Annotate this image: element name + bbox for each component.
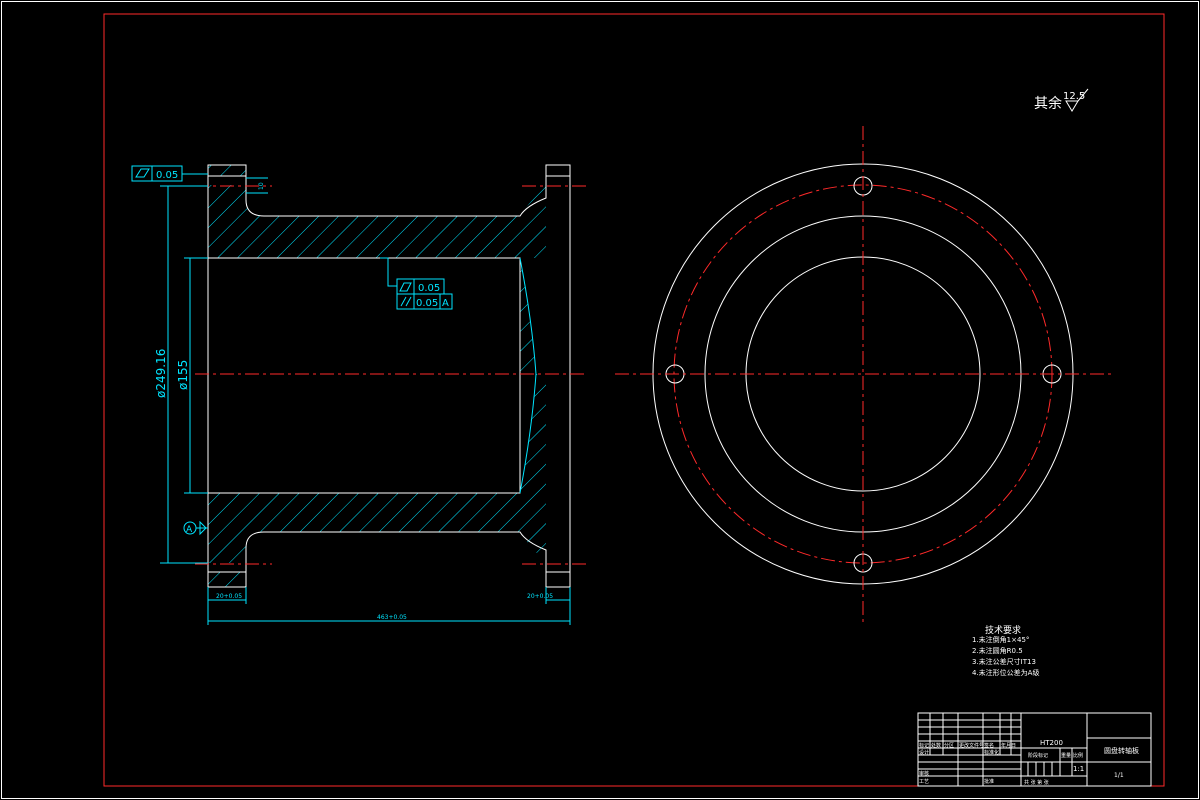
flatness-tolerance-left: 0.05 [131,165,208,182]
inner-diameter-dim: ø155 [176,360,190,390]
hatch-mask-bore-2 [208,258,520,493]
end-view [615,126,1112,622]
tech-req-line: 1.未注倒角1×45° [972,635,1029,644]
roughness-prefix: 其余 [1034,95,1062,112]
tb-label: 标准化 [984,749,999,756]
tb-label: 标记 [919,742,929,749]
tb-label: 比例 [1073,752,1083,759]
tb-label: 分区 [944,742,954,749]
flatness-value-inner: 0.05 [418,283,440,294]
tb-label: 阶段标记 [1028,752,1048,759]
tb-label: 共 张 第 张 [1024,779,1049,786]
parallelism-value: 0.05 [416,298,438,309]
parallelism-datum: A [442,298,449,309]
overall-length-dim: 463+0.05 [377,614,407,621]
tb-sheet: 1/1 [1114,772,1124,779]
datum-marker-a: A [183,520,208,536]
right-flange-dim: 20+0.05 [527,593,553,600]
datum-letter: A [186,525,193,535]
tb-label: 重量 [1061,752,1071,759]
tb-label: 年月日 [1001,742,1016,749]
tb-label: 更改文件号 [959,742,984,749]
cad-drawing-sheet: 其余 12.5 ø249.16 ø155 0.05 10 0.05 0.05 A… [1,1,1199,799]
technical-requirements: 技术要求 1.未注倒角1×45° 2.未注圆角R0.5 3.未注公差尺寸IT13… [972,624,1039,677]
tb-label: 处数 [931,742,941,749]
tech-req-line: 2.未注圆角R0.5 [972,646,1023,655]
tb-label: 工艺 [919,779,929,785]
tech-req-title: 技术要求 [985,624,1021,636]
flatness-value-left: 0.05 [156,170,178,181]
tb-label: 设计 [919,749,929,756]
outer-diameter-dim: ø249.16 [154,349,168,398]
roughness-note: 其余 12.5 [1034,88,1089,112]
tech-req-line: 4.未注形位公差为A级 [972,668,1039,677]
tb-material: HT200 [1040,739,1063,747]
flange-offset-dim: 10 [258,182,265,190]
tb-scale: 1:1 [1073,765,1084,773]
tb-label: 签名 [984,742,994,749]
hatch-bottom-flange [208,572,246,587]
tb-label: 批准 [984,778,994,785]
section-view: ø249.16 ø155 0.05 10 0.05 0.05 A A 20+0.… [131,164,590,625]
tech-req-line: 3.未注公差尺寸IT13 [972,657,1036,666]
left-flange-dim: 20+0.05 [216,593,242,600]
tb-part-name: 圆盘转轴板 [1104,746,1139,755]
title-block: 标记 处数 分区 更改文件号 签名 年月日 设计 标准化 阶段标记 重量 比例 … [917,712,1152,787]
tb-label: 审核 [919,770,929,777]
hatch-top-flange [208,165,246,176]
